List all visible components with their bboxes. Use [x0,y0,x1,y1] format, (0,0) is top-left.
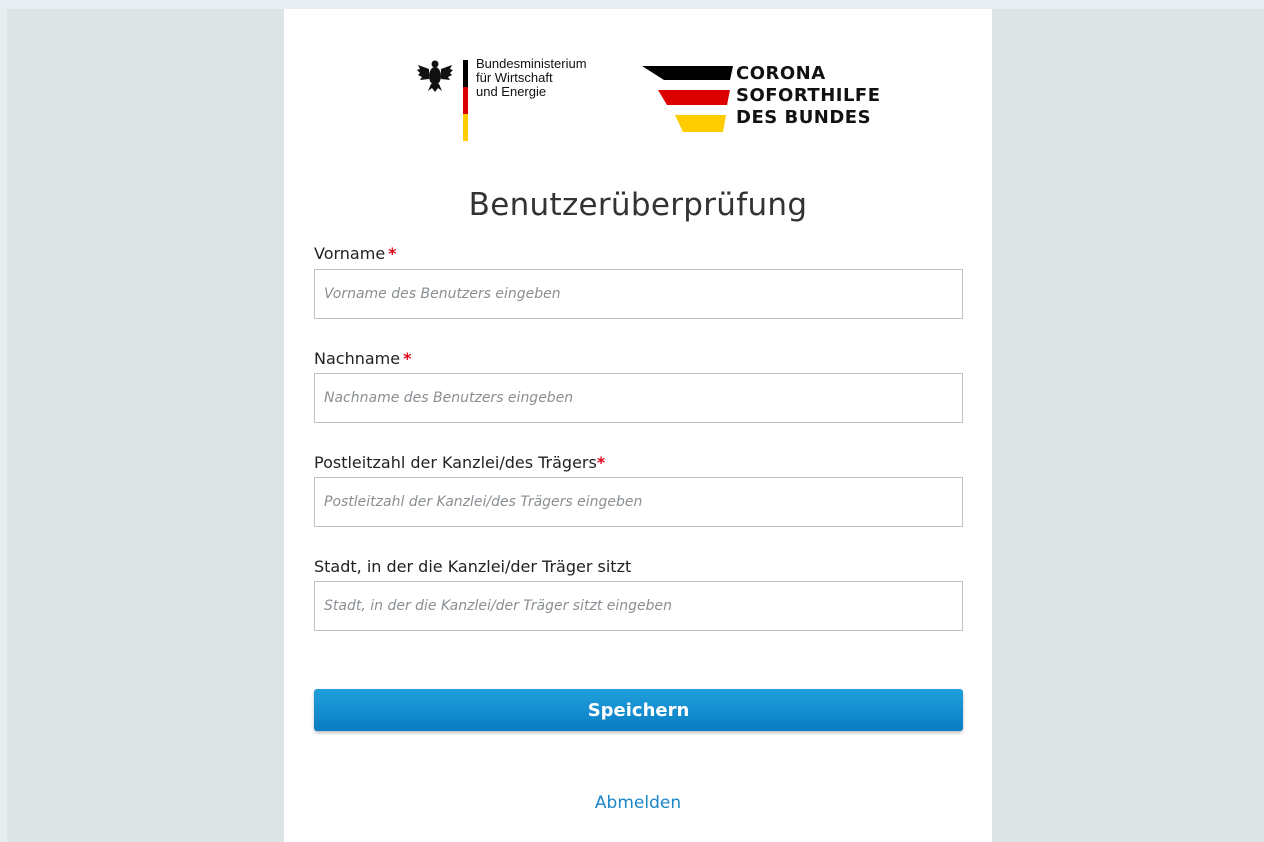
page-title: Benutzerüberprüfung [468,187,808,223]
save-button[interactable]: Speichern [314,689,963,731]
corona-flag-swoosh-icon [642,66,733,132]
top-strip [0,0,1264,9]
bmwi-wordmark: Bundesministerium für Wirtschaft und Ene… [476,57,587,99]
bmwi-line-1: Bundesministerium [476,56,587,71]
corona-line-2: SOFORTHILFE [736,85,881,106]
postal-code-input[interactable] [314,477,963,527]
bmwi-line-2: für Wirtschaft [476,70,553,85]
last-name-label: Nachname * [314,349,411,368]
corona-line-3: DES BUNDES [736,107,872,128]
city-input[interactable] [314,581,963,631]
first-name-input[interactable] [314,269,963,319]
last-name-label-text: Nachname [314,349,401,368]
required-marker: * [388,244,397,263]
flag-gold-stripe [463,114,468,141]
required-marker: * [403,349,412,368]
required-marker: * [596,453,606,472]
first-name-label-text: Vorname [314,244,386,263]
city-label: Stadt, in der die Kanzlei/der Träger sit… [314,557,631,576]
first-name-label: Vorname * [314,244,397,263]
bmwi-line-3: und Energie [476,84,547,99]
flag-red-stripe [463,87,468,114]
corona-line-1: CORONA [736,63,826,84]
federal-eagle-icon [417,60,453,92]
german-flag-bar [463,60,468,141]
corona-soforthilfe-wordmark: CORONA SOFORTHILFE DES BUNDES [736,63,881,129]
city-label-text: Stadt, in der die Kanzlei/der Träger sit… [314,557,632,576]
logout-link[interactable]: Abmelden [284,793,992,813]
header-logos: Bundesministerium für Wirtschaft und Ene… [284,9,992,159]
verification-card: Bundesministerium für Wirtschaft und Ene… [284,9,992,842]
flag-black-stripe [463,60,468,87]
left-edge [0,0,7,842]
postal-code-label-text: Postleitzahl der Kanzlei/des Trägers [314,453,597,472]
last-name-input[interactable] [314,373,963,423]
postal-code-label: Postleitzahl der Kanzlei/des Trägers* [314,453,605,472]
